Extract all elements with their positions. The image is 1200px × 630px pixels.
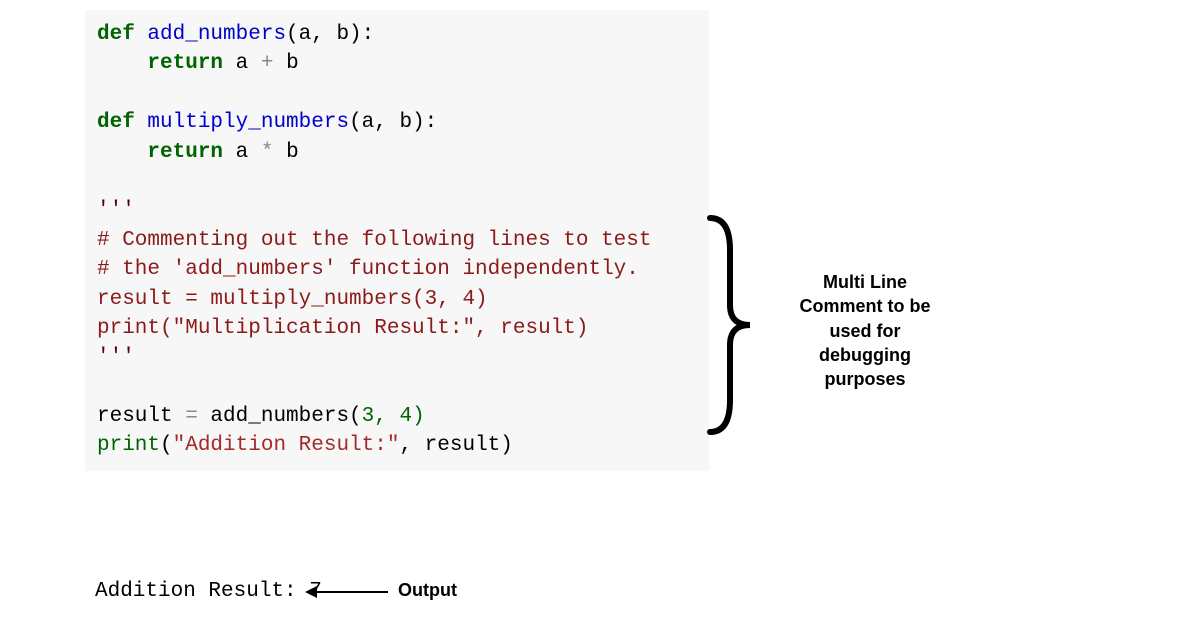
return-expr-b2: b: [273, 141, 298, 164]
return-expr-a: a: [223, 52, 261, 75]
params-add: (a, b):: [286, 23, 374, 46]
comment-line-1: # Commenting out the following lines to …: [97, 229, 652, 252]
keyword-def: def: [97, 111, 135, 134]
function-name-add: add_numbers: [147, 23, 286, 46]
keyword-return: return: [147, 52, 223, 75]
annotation-line-3: used for: [775, 319, 955, 343]
triple-quote-close: ''': [97, 346, 135, 369]
commented-code-2: print("Multiplication Result:", result): [97, 317, 588, 340]
triple-quote-open: ''': [97, 199, 135, 222]
annotation-line-1: Multi Line: [775, 270, 955, 294]
call-add-open: add_numbers(: [198, 405, 362, 428]
result-var: result: [97, 405, 185, 428]
output-text: Addition Result: 7: [95, 580, 322, 603]
brace-icon: [700, 210, 760, 440]
annotation-line-4: debugging: [775, 343, 955, 367]
annotation-line-5: purposes: [775, 367, 955, 391]
commented-code-1: result = multiply_numbers(3, 4): [97, 288, 488, 311]
equals-sign: =: [185, 405, 198, 428]
params-mul: (a, b):: [349, 111, 437, 134]
code-block: def add_numbers(a, b): return a + b def …: [85, 10, 709, 471]
keyword-def: def: [97, 23, 135, 46]
function-name-mul: multiply_numbers: [147, 111, 349, 134]
keyword-return: return: [147, 141, 223, 164]
operator-plus: +: [261, 52, 274, 75]
print-rest: , result): [399, 434, 512, 457]
annotation-text: Multi Line Comment to be used for debugg…: [775, 270, 955, 391]
operator-star: *: [261, 141, 274, 164]
return-expr-a2: a: [223, 141, 261, 164]
args-add: 3, 4): [362, 405, 425, 428]
print-fn: print: [97, 434, 160, 457]
arrow-icon: [313, 591, 388, 593]
string-literal: "Addition Result:": [173, 434, 400, 457]
comment-line-2: # the 'add_numbers' function independent…: [97, 258, 639, 281]
return-expr-b: b: [273, 52, 298, 75]
annotation-line-2: Comment to be: [775, 294, 955, 318]
output-label: Output: [398, 580, 457, 601]
print-open: (: [160, 434, 173, 457]
